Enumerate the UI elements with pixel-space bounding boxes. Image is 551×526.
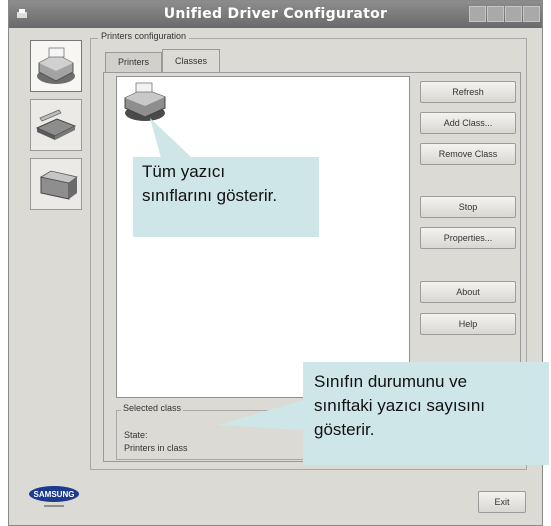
callout-classes: Tüm yazıcı sınıflarını gösterir. (133, 157, 319, 237)
callout-status-line1: Sınıfın durumunu ve (314, 372, 468, 391)
svg-text:SAMSUNG: SAMSUNG (34, 490, 75, 499)
callout-status: Sınıfın durumunu ve sınıftaki yazıcı say… (303, 362, 549, 465)
callout-classes-line2: sınıflarını gösterir. (142, 186, 278, 205)
samsung-logo: SAMSUNG (29, 486, 79, 507)
callout-status-line2: sınıftaki yazıcı sayısını (314, 396, 486, 415)
callout-classes-pointer (150, 118, 192, 158)
callout-status-pointer (217, 400, 304, 430)
callout-classes-line1: Tüm yazıcı (142, 162, 226, 181)
exit-button[interactable]: Exit (478, 491, 526, 513)
callout-status-line3: gösterir. (314, 420, 375, 439)
